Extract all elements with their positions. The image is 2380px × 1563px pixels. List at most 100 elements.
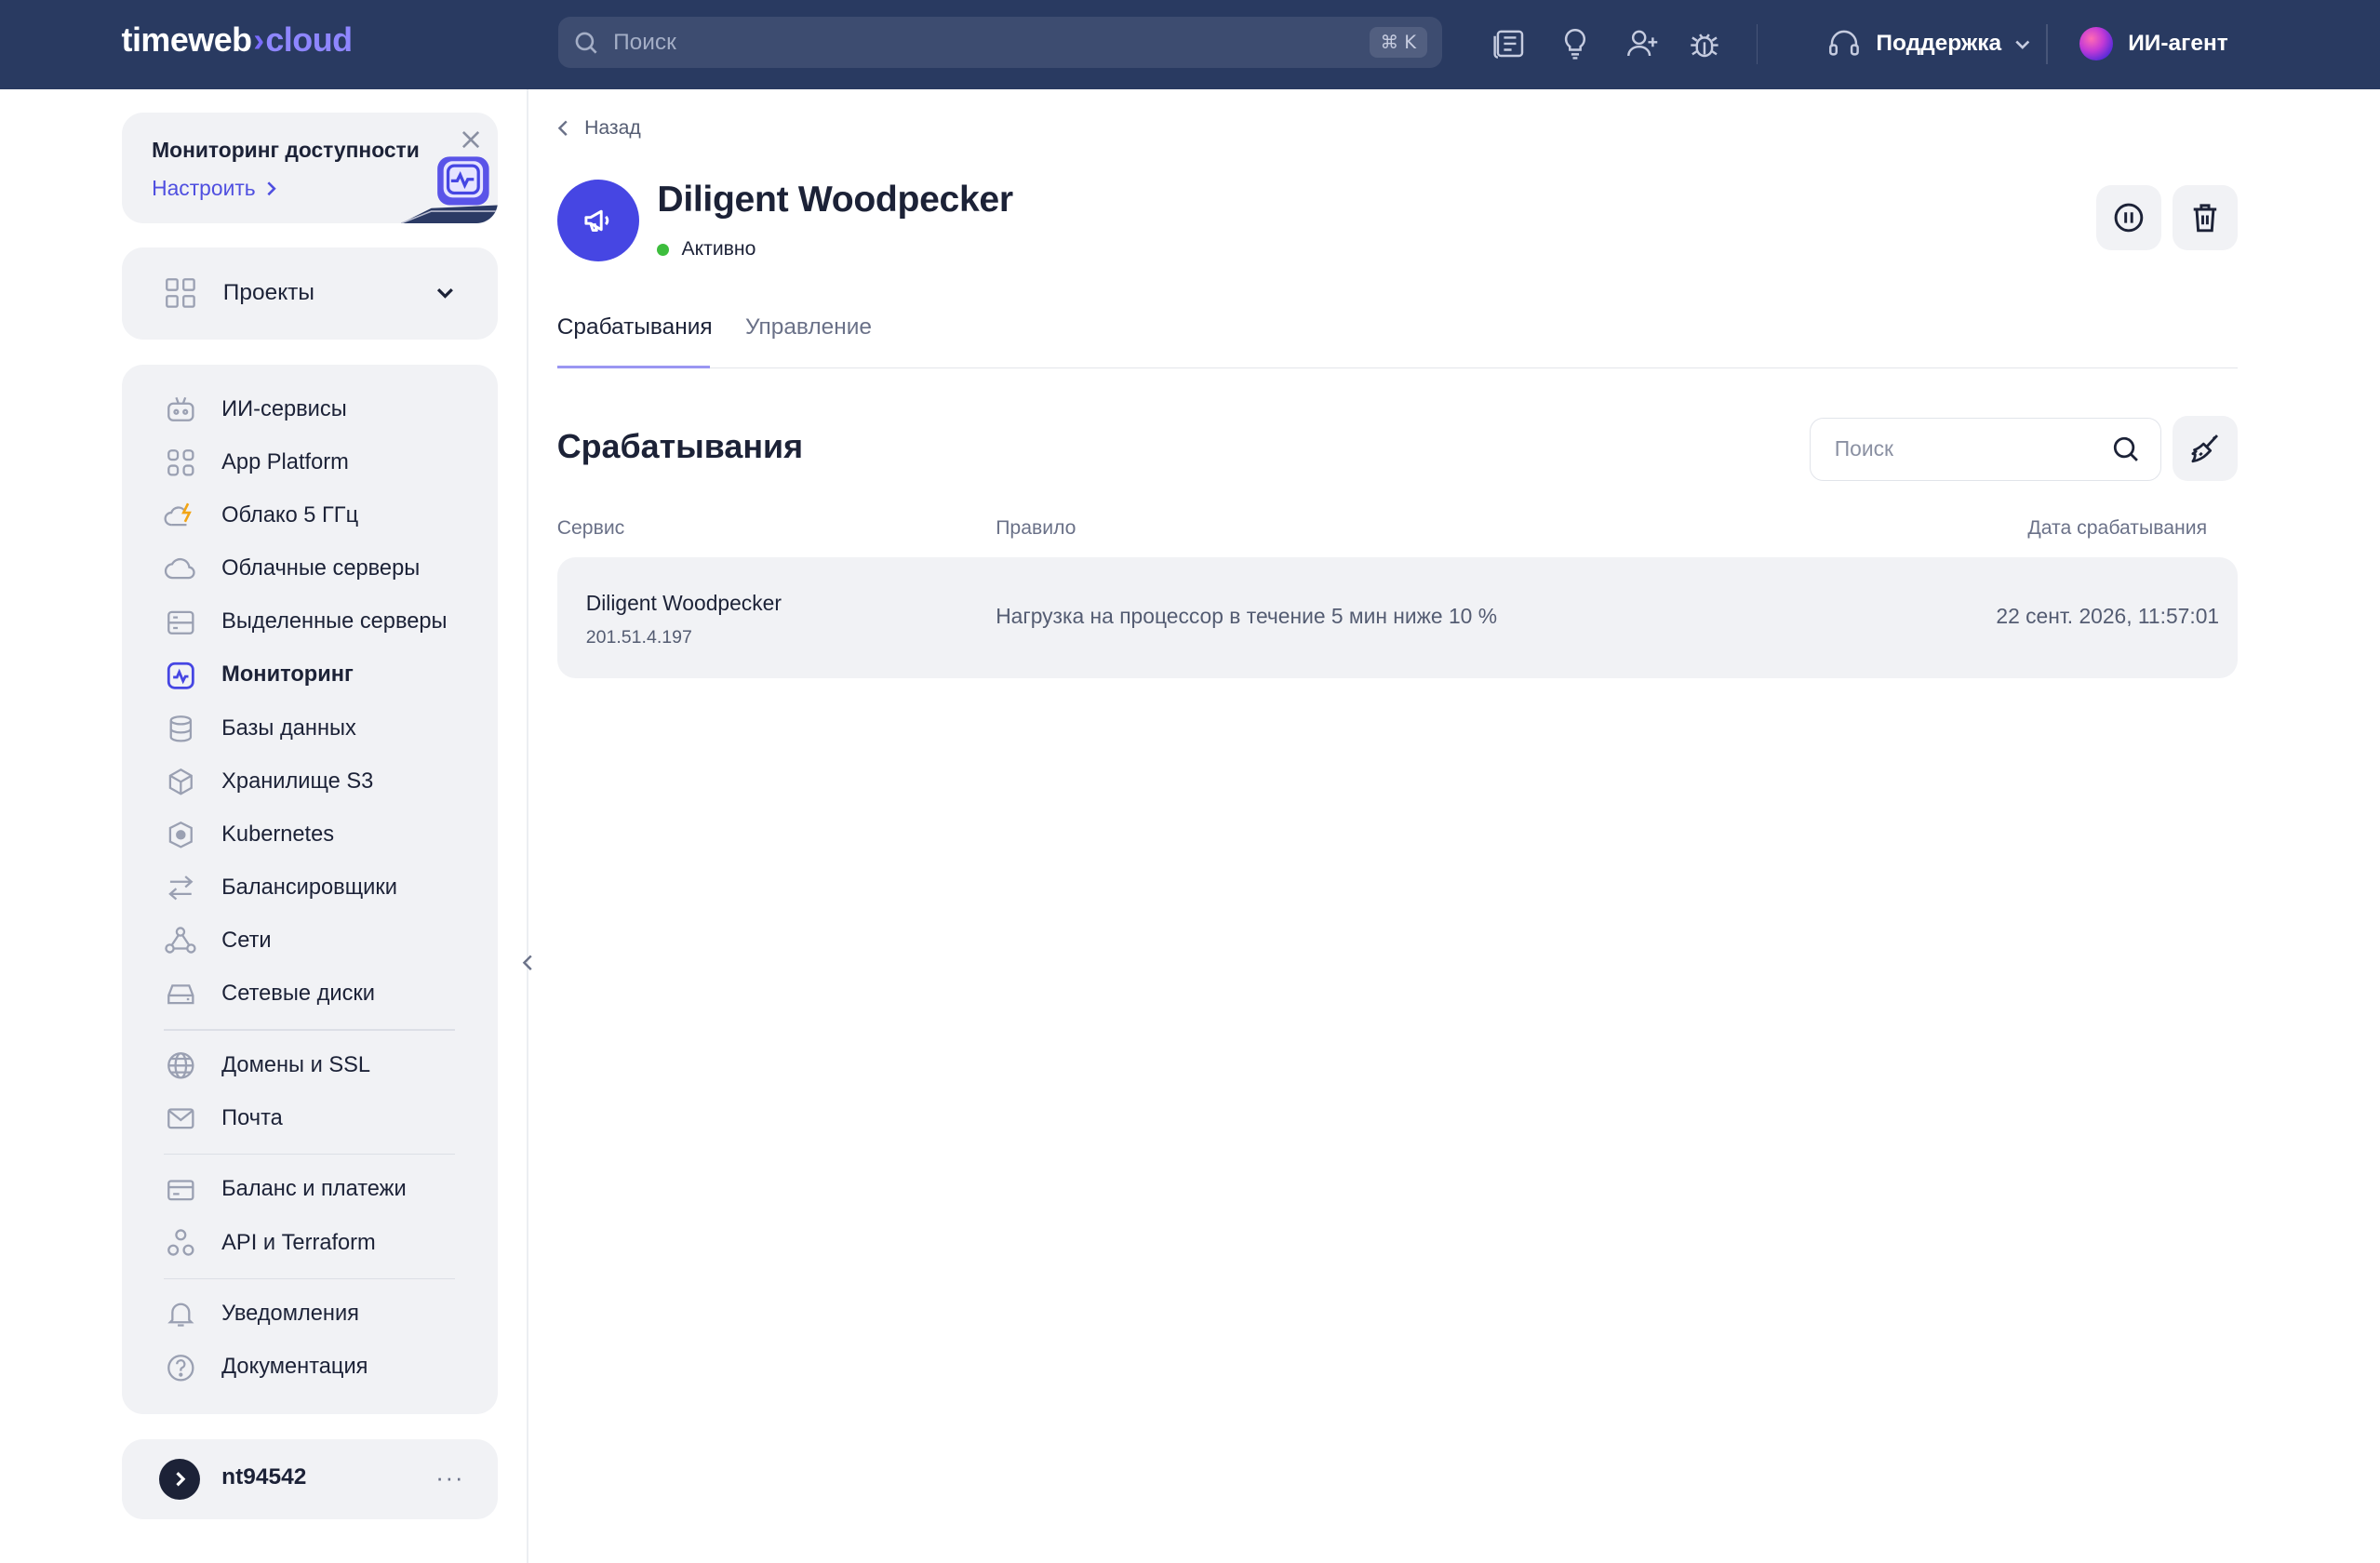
cloud-icon — [164, 553, 197, 586]
sidebar-item-databases[interactable]: Базы данных — [164, 710, 356, 746]
sidebar-item-cloud-5ghz[interactable]: Облако 5 ГГц — [164, 498, 358, 534]
sidebar-item-label: Хранилище S3 — [221, 768, 374, 794]
triggers-search-placeholder: Поиск — [1834, 436, 1893, 461]
pause-button[interactable] — [2095, 185, 2162, 251]
sidebar-item-mail[interactable]: Почта — [164, 1101, 283, 1137]
sidebar-item-label: Мониторинг — [221, 662, 354, 688]
sidebar-item-monitoring[interactable]: Мониторинг — [164, 657, 354, 693]
bug-icon[interactable] — [1686, 26, 1722, 62]
chevron-left-icon — [557, 120, 568, 136]
cube-icon — [164, 765, 197, 798]
sidebar-item-api-terraform[interactable]: API и Terraform — [164, 1225, 376, 1262]
sidebar-item-app-platform[interactable]: App Platform — [164, 445, 349, 481]
search-icon — [2113, 437, 2138, 462]
column-header-rule[interactable]: Правило — [996, 517, 1076, 540]
sidebar-item-label: Уведомления — [221, 1302, 359, 1327]
projects-label: Проекты — [222, 279, 314, 305]
logo[interactable]: timeweb › cloud — [122, 20, 354, 60]
sidebar-item-label: Сети — [221, 928, 272, 953]
server-icon — [164, 606, 197, 639]
chevron-down-icon — [436, 288, 453, 300]
sidebar-item-dedicated-servers[interactable]: Выделенные серверы — [164, 604, 448, 640]
column-header-date[interactable]: Дата срабатывания — [2027, 517, 2207, 540]
triggers-search-input[interactable]: Поиск — [1809, 417, 2162, 482]
sidebar-item-domains-ssl[interactable]: Домены и SSL — [164, 1048, 370, 1084]
username: nt94542 — [221, 1464, 307, 1490]
pause-icon — [2114, 203, 2144, 233]
headset-icon — [1829, 31, 1860, 56]
cloud-bolt-icon — [164, 500, 197, 533]
add-user-icon[interactable] — [1625, 26, 1661, 62]
ai-agent-orb-icon — [2079, 27, 2113, 61]
ai-agent-button[interactable]: ИИ-агент — [2079, 24, 2228, 63]
sidebar-item-notifications[interactable]: Уведомления — [164, 1296, 359, 1332]
logo-accent: cloud — [265, 20, 353, 59]
lightbulb-icon[interactable] — [1558, 26, 1594, 62]
service-avatar — [556, 179, 639, 261]
sidebar-item-label: Базы данных — [221, 715, 356, 741]
monitoring-illustration-icon — [400, 156, 499, 223]
sidebar-item-label: API и Terraform — [221, 1230, 376, 1255]
row-date: 22 сент. 2026, 11:57:01 — [1996, 604, 2220, 629]
projects-selector[interactable]: Проекты — [121, 247, 499, 341]
sidebar-item-s3-storage[interactable]: Хранилище S3 — [164, 764, 373, 800]
arrows-icon — [164, 871, 197, 904]
tab-management[interactable]: Управление — [745, 314, 872, 341]
support-label: Поддержка — [1876, 31, 2002, 57]
sidebar-item-balancers[interactable]: Балансировщики — [164, 870, 397, 906]
more-options-button[interactable]: ··· — [435, 1463, 464, 1492]
help-icon — [164, 1351, 197, 1384]
sidebar-item-docs[interactable]: Документация — [164, 1349, 368, 1385]
back-label: Назад — [584, 116, 641, 139]
terminal-prompt-icon — [175, 1472, 185, 1487]
chevron-right-icon — [267, 181, 276, 196]
broom-icon — [2191, 434, 2218, 463]
ai-agent-label: ИИ-агент — [2128, 31, 2228, 57]
kubernetes-icon — [164, 818, 197, 851]
user-account[interactable]: nt94542 ··· — [121, 1438, 499, 1520]
table-row[interactable]: Diligent Woodpecker 201.51.4.197 Нагрузк… — [556, 556, 2238, 679]
promo-setup-link[interactable]: Настроить — [152, 176, 280, 201]
support-menu[interactable]: Поддержка — [1827, 24, 2032, 63]
top-bar: timeweb › cloud Поиск ⌘ K Поддержка ИИ-а… — [0, 0, 2380, 90]
sidebar-item-ai-services[interactable]: ИИ-сервисы — [164, 392, 347, 428]
clear-filters-button[interactable] — [2172, 416, 2238, 482]
tabs-divider — [556, 367, 2238, 369]
sidebar-item-cloud-servers[interactable]: Облачные серверы — [164, 551, 420, 587]
sidebar-item-billing[interactable]: Баланс и платежи — [164, 1171, 407, 1208]
search-icon — [575, 32, 597, 54]
grid-icon — [164, 447, 197, 480]
megaphone-icon — [584, 209, 609, 232]
status-badge: Активно — [657, 238, 755, 260]
network-icon — [164, 925, 197, 958]
news-icon[interactable] — [1492, 26, 1529, 62]
topbar-divider — [2046, 24, 2048, 64]
sidebar-item-label: App Platform — [221, 450, 349, 475]
sidebar-item-label: Kubernetes — [221, 822, 335, 847]
nav-divider — [164, 1277, 456, 1280]
sidebar-item-network-disks[interactable]: Сетевые диски — [164, 976, 375, 1012]
tab-triggers[interactable]: Срабатывания — [557, 314, 713, 341]
global-search[interactable]: Поиск ⌘ K — [558, 16, 1442, 69]
logo-chevron-icon: › — [253, 20, 264, 59]
mail-icon — [164, 1102, 197, 1135]
sidebar-item-label: Облачные серверы — [221, 556, 421, 581]
card-icon — [164, 1173, 197, 1207]
delete-button[interactable] — [2172, 185, 2238, 251]
sidebar-item-kubernetes[interactable]: Kubernetes — [164, 817, 334, 853]
row-service-ip: 201.51.4.197 — [585, 626, 692, 648]
back-link[interactable]: Назад — [557, 117, 641, 140]
avatar[interactable] — [159, 1458, 201, 1500]
sidebar-item-networks[interactable]: Сети — [164, 923, 272, 959]
column-header-service[interactable]: Сервис — [557, 517, 625, 540]
robot-icon — [164, 394, 197, 427]
promo-title: Мониторинг доступности — [152, 138, 420, 163]
active-tab-indicator — [556, 366, 711, 369]
monitoring-icon — [164, 659, 197, 692]
nav-divider — [164, 1029, 456, 1031]
collapse-sidebar-button[interactable] — [517, 950, 539, 974]
topbar-divider — [1756, 24, 1758, 64]
database-icon — [164, 712, 197, 745]
globe-icon — [164, 1049, 197, 1082]
sidebar-item-label: ИИ-сервисы — [221, 396, 347, 421]
